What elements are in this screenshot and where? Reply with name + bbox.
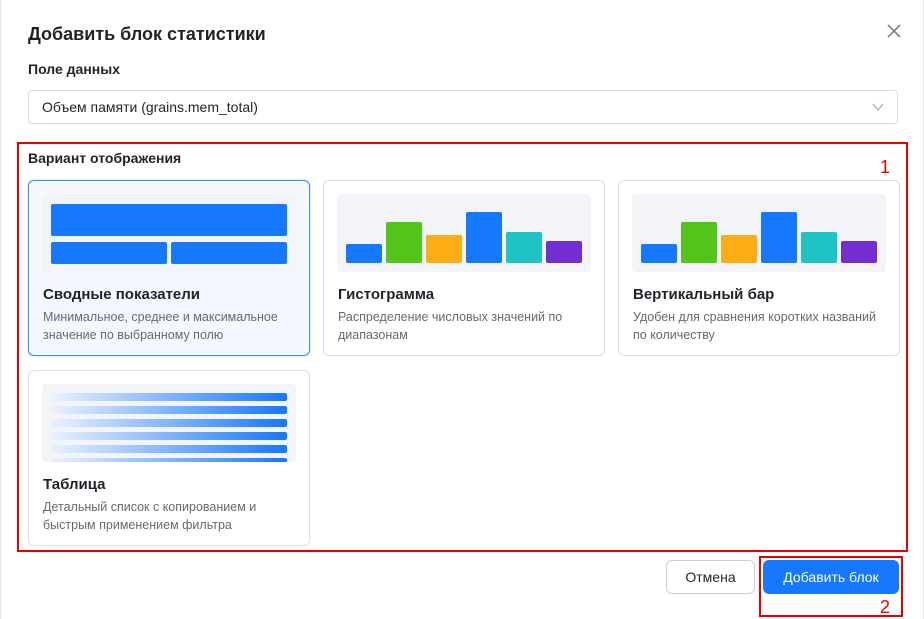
data-field-label: Поле данных xyxy=(28,61,120,77)
annotation-label-1: 1 xyxy=(880,157,891,177)
add-stat-block-dialog: Добавить блок статистики Поле данных Объ… xyxy=(0,0,924,619)
annotation-label-2: 2 xyxy=(880,597,891,617)
data-field-value: Объем памяти (grains.mem_total) xyxy=(42,99,258,115)
annotation-box-1 xyxy=(17,142,908,552)
chevron-down-icon xyxy=(872,103,884,112)
dialog-title: Добавить блок статистики xyxy=(28,24,266,44)
cancel-button[interactable]: Отмена xyxy=(666,560,755,594)
data-field-select[interactable]: Объем памяти (grains.mem_total) xyxy=(28,90,898,124)
close-icon[interactable] xyxy=(883,20,905,42)
